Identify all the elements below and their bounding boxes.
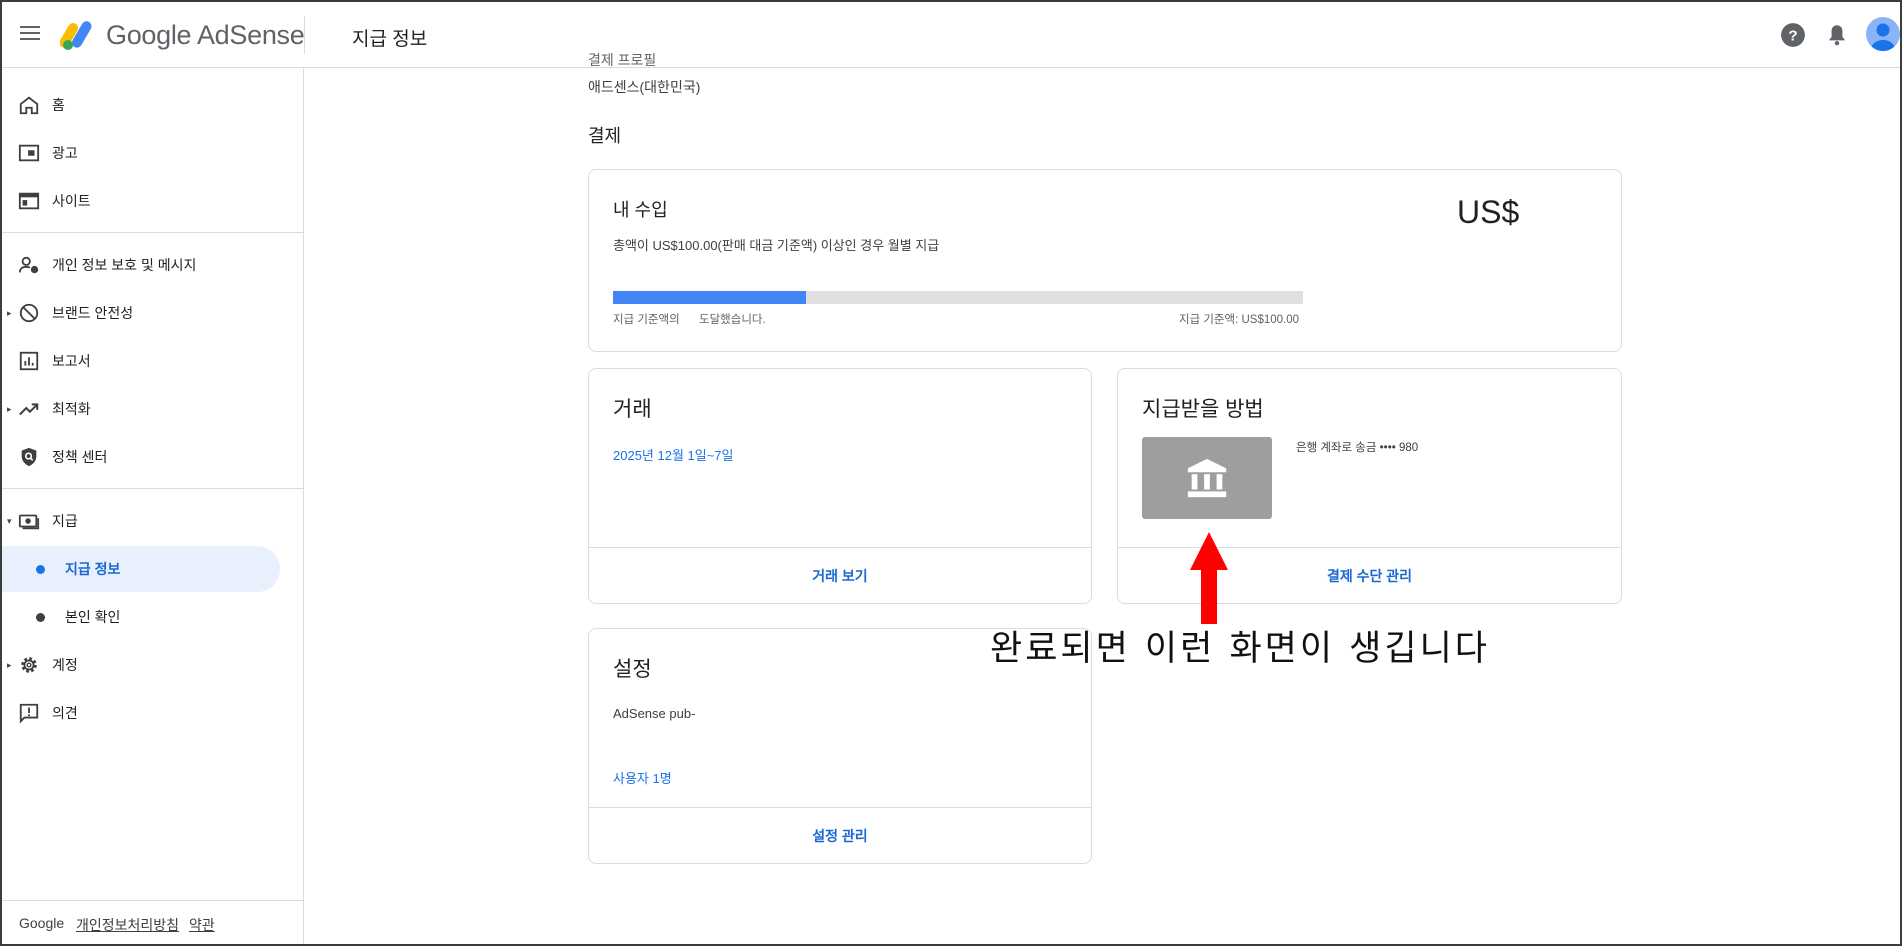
earnings-title: 내 수입 [613, 200, 668, 220]
feedback-icon [19, 703, 39, 724]
trending-icon [19, 403, 39, 416]
sidebar-item-sites[interactable]: 사이트 [2, 178, 280, 224]
sidebar-item-label: 개인 정보 보호 및 메시지 [52, 257, 197, 273]
progress-left-label: 지급 기준액의 [613, 314, 680, 326]
page-title: 지급 정보 [352, 29, 428, 50]
top-app-bar: Google AdSense 지급 정보 ? [2, 2, 1900, 68]
home-icon [19, 96, 39, 115]
topbar-divider [304, 16, 305, 54]
transactions-date-range-link[interactable]: 2025년 12월 1일~7일 [613, 445, 734, 464]
block-icon [19, 303, 39, 323]
gear-icon [21, 657, 37, 673]
sidebar-item-label: 의견 [52, 705, 78, 721]
sidebar: 홈 광고 사이트 개인 정보 보호 및 메시지 ▸ 브랜드 안전성 보고서 ▸ … [2, 68, 304, 944]
policy-shield-icon [21, 447, 37, 467]
sidebar-item-label: 지급 [52, 513, 78, 529]
brand-name: Google AdSense [106, 20, 305, 50]
sidebar-item-payment-info[interactable]: 지급 정보 [2, 546, 280, 592]
svg-text:?: ? [1788, 27, 1797, 44]
expand-caret-icon: ▸ [7, 307, 12, 318]
users-link[interactable]: 사용자 1명 [613, 768, 672, 787]
sidebar-item-label: 홈 [52, 97, 65, 113]
sidebar-item-reports[interactable]: 보고서 [2, 338, 280, 384]
red-arrow-annotation-icon [1190, 532, 1228, 624]
notifications-bell-icon[interactable] [1824, 22, 1850, 48]
footer-google-label: Google [19, 915, 65, 931]
view-transactions-button[interactable]: 거래 보기 [589, 547, 1091, 603]
sidebar-item-ads[interactable]: 광고 [2, 130, 280, 176]
reports-icon [19, 351, 39, 371]
sidebar-item-payments[interactable]: ▾ 지급 [2, 498, 280, 544]
bank-tile [1142, 437, 1272, 519]
sidebar-item-label: 보고서 [52, 353, 91, 369]
sidebar-item-label: 사이트 [52, 193, 91, 209]
sidebar-item-policy-center[interactable]: 정책 센터 [2, 434, 280, 480]
earnings-currency: US$ [1457, 194, 1520, 230]
transactions-title: 거래 [613, 398, 652, 421]
transactions-card: 거래 2025년 12월 1일~7일 거래 보기 [588, 368, 1092, 604]
payments-entity: 애드센스(대한민국) [588, 79, 701, 95]
threshold-amount-label: 지급 기준액: US$100.00 [1179, 314, 1300, 326]
sidebar-item-label: 브랜드 안전성 [52, 305, 134, 321]
sidebar-item-label: 본인 확인 [65, 609, 121, 625]
dot-icon [36, 564, 45, 574]
annotation-caption: 완료되면 이런 화면이 생깁니다 [990, 629, 1490, 669]
sidebar-footer: Google 개인정보처리방침 약관 [2, 900, 304, 944]
sidebar-item-verification[interactable]: 본인 확인 [2, 594, 280, 640]
bank-account-text: 은행 계좌로 송금 •••• 980 [1296, 442, 1419, 454]
dot-icon [36, 612, 45, 622]
terms-link[interactable]: 약관 [189, 915, 215, 935]
help-icon[interactable]: ? [1780, 22, 1806, 48]
manage-settings-button[interactable]: 설정 관리 [589, 807, 1091, 863]
collapse-caret-icon: ▾ [7, 515, 12, 526]
expand-caret-icon: ▸ [7, 659, 12, 670]
sidebar-item-home[interactable]: 홈 [2, 82, 280, 128]
publisher-id: AdSense pub- [613, 706, 696, 721]
privacy-policy-link[interactable]: 개인정보처리방침 [76, 915, 179, 935]
account-avatar[interactable] [1866, 17, 1900, 51]
window: Google AdSense 지급 정보 ? 홈 광고 사이트 개인 정보 보호… [0, 0, 1902, 946]
main-content: 결제 프로필 애드센스(대한민국) 결제 내 수입 US$ 총액이 US$100… [305, 52, 1900, 944]
main-menu-icon[interactable] [18, 22, 42, 46]
sidebar-item-label: 정책 센터 [52, 449, 108, 465]
sidebar-item-feedback[interactable]: 의견 [2, 690, 280, 736]
sidebar-item-label: 최적화 [52, 401, 91, 417]
payment-threshold-progress-bar [613, 291, 1303, 304]
sidebar-item-label: 계정 [52, 657, 78, 673]
sidebar-item-label: 광고 [52, 145, 78, 161]
payments-icon [18, 514, 40, 530]
sidebar-item-privacy-messaging[interactable]: 개인 정보 보호 및 메시지 [2, 242, 280, 288]
bank-icon [1187, 458, 1227, 498]
payment-method-title: 지급받을 방법 [1142, 398, 1264, 421]
settings-title: 설정 [613, 658, 652, 681]
threshold-description: 총액이 US$100.00(판매 대금 기준액) 이상인 경우 월별 지급 [613, 238, 940, 253]
sidebar-divider [2, 232, 304, 233]
expand-caret-icon: ▸ [7, 403, 12, 414]
adsense-logo-icon [60, 21, 92, 50]
sidebar-item-label: 지급 정보 [65, 561, 121, 577]
progress-fill [613, 291, 807, 304]
progress-reached-label: 도달했습니다. [699, 314, 766, 326]
ads-icon [18, 144, 40, 162]
privacy-icon [18, 256, 39, 274]
sidebar-item-brand-safety[interactable]: ▸ 브랜드 안전성 [2, 290, 280, 336]
person-icon [1870, 23, 1896, 51]
section-heading: 결제 [588, 126, 622, 146]
sidebar-divider [2, 488, 304, 489]
sidebar-item-optimization[interactable]: ▸ 최적화 [2, 386, 280, 432]
earnings-card: 내 수입 US$ 총액이 US$100.00(판매 대금 기준액) 이상인 경우… [588, 169, 1622, 352]
sidebar-item-account[interactable]: ▸ 계정 [2, 642, 280, 688]
sites-icon [18, 192, 40, 210]
payments-profile-heading: 결제 프로필 [588, 52, 657, 68]
